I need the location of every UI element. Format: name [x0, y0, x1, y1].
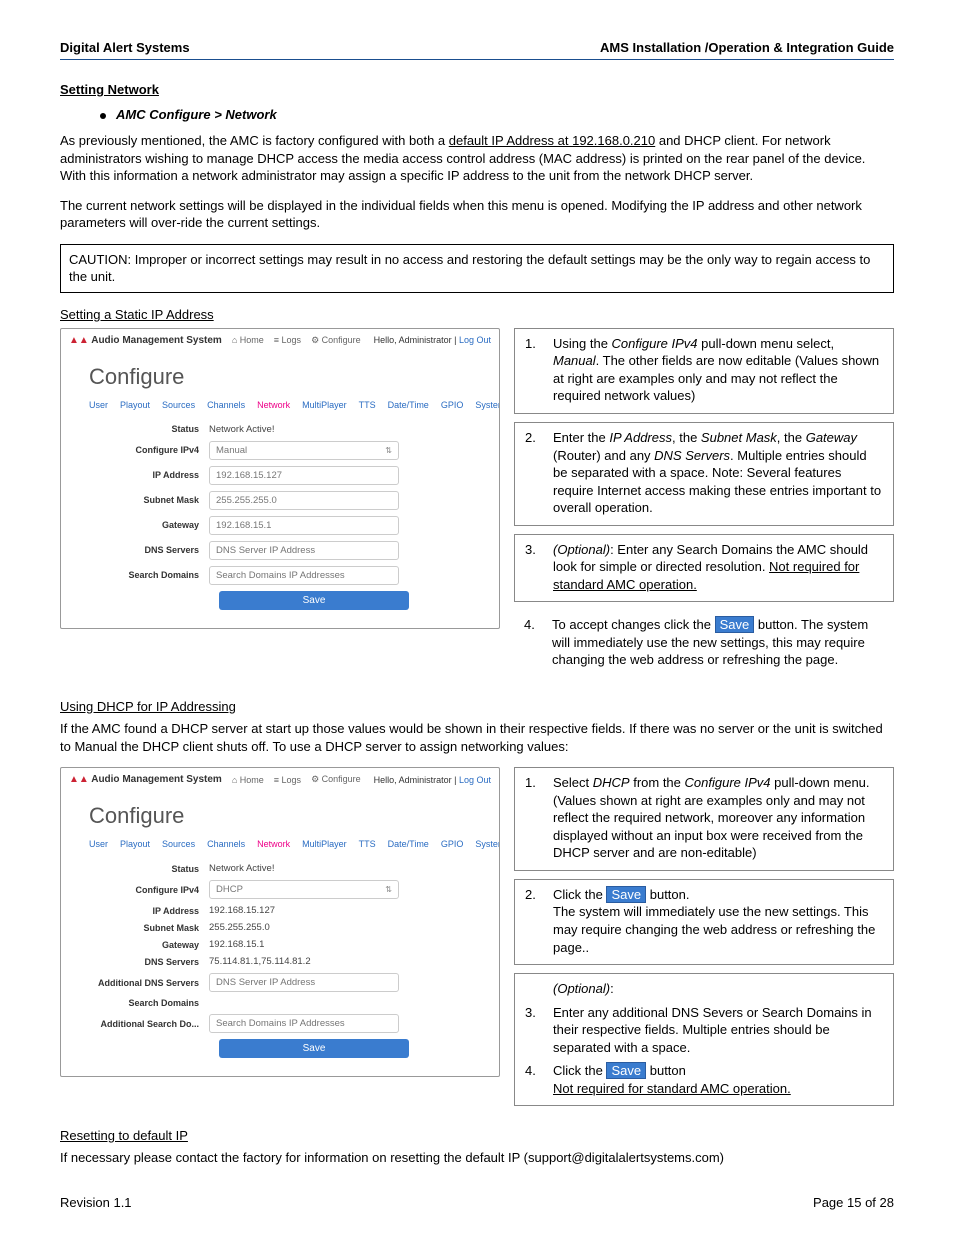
logout-link[interactable]: Log Out [459, 335, 491, 345]
step-4: 4.To accept changes click the Save butto… [514, 610, 894, 677]
header-left: Digital Alert Systems [60, 40, 190, 55]
user-greeting: Hello, Administrator | Log Out [374, 335, 491, 345]
ip-input[interactable] [209, 466, 399, 485]
user-greeting: Hello, Administrator | Log Out [374, 775, 491, 785]
dhcp-para: If the AMC found a DHCP server at start … [60, 720, 894, 755]
save-inline: Save [606, 1062, 646, 1079]
doc-footer: Revision 1.1 Page 15 of 28 [60, 1195, 894, 1210]
ipv4-select[interactable]: DHCP⇅ [209, 880, 399, 899]
logout-link[interactable]: Log Out [459, 775, 491, 785]
screenshot-dhcp: ▲▲ Audio Management System ⌂ Home ≡ Logs… [60, 767, 500, 1077]
chevron-updown-icon: ⇅ [385, 446, 392, 455]
page-number: Page 15 of 28 [813, 1195, 894, 1210]
screenshot-static: ▲▲ Audio Management System ⌂ Home ≡ Logs… [60, 328, 500, 629]
breadcrumb-text: AMC Configure > Network [116, 107, 277, 122]
nav-configure[interactable]: ⚙ Configure [311, 774, 361, 785]
save-button[interactable]: Save [219, 1039, 409, 1058]
additional-search-domains-input[interactable] [209, 1014, 399, 1033]
dhcp-heading: Using DHCP for IP Addressing [60, 699, 894, 714]
ipv4-select[interactable]: Manual⇅ [209, 441, 399, 460]
intro-para-1: As previously mentioned, the AMC is fact… [60, 132, 894, 185]
dhcp-step-1: 1.Select DHCP from the Configure IPv4 pu… [514, 767, 894, 871]
save-button[interactable]: Save [219, 591, 409, 610]
reset-para: If necessary please contact the factory … [60, 1149, 894, 1167]
static-ip-heading: Setting a Static IP Address [60, 307, 894, 322]
save-inline: Save [606, 886, 646, 903]
config-tabs: User Playout Sources Channels Network Mu… [89, 839, 471, 849]
nav-logs[interactable]: ≡ Logs [274, 775, 301, 785]
chevron-updown-icon: ⇅ [385, 885, 392, 894]
step-3: 3.(Optional): Enter any Search Domains t… [514, 534, 894, 603]
reset-heading: Resetting to default IP [60, 1128, 894, 1143]
breadcrumb-bullet: AMC Configure > Network [100, 107, 894, 122]
additional-dns-input[interactable] [209, 973, 399, 992]
nav-logs[interactable]: ≡ Logs [274, 335, 301, 345]
page-title: Configure [89, 364, 471, 390]
step-1: 1.Using the Configure IPv4 pull-down men… [514, 328, 894, 414]
dhcp-step-34: (Optional): 3.Enter any additional DNS S… [514, 973, 894, 1106]
subnet-input[interactable] [209, 491, 399, 510]
intro-para-2: The current network settings will be dis… [60, 197, 894, 232]
section-title: Setting Network [60, 82, 894, 97]
nav-configure[interactable]: ⚙ Configure [311, 335, 361, 346]
save-inline: Save [715, 616, 755, 633]
doc-header: Digital Alert Systems AMS Installation /… [60, 40, 894, 60]
config-tabs: User Playout Sources Channels Network Mu… [89, 400, 471, 410]
caution-box: CAUTION: Improper or incorrect settings … [60, 244, 894, 293]
gateway-input[interactable] [209, 516, 399, 535]
bullet-icon [100, 113, 106, 119]
app-title: ▲▲ Audio Management System [69, 774, 222, 785]
header-right: AMS Installation /Operation & Integratio… [600, 40, 894, 55]
revision: Revision 1.1 [60, 1195, 132, 1210]
step-2: 2.Enter the IP Address, the Subnet Mask,… [514, 422, 894, 526]
page-title: Configure [89, 803, 471, 829]
dns-input[interactable] [209, 541, 399, 560]
dhcp-step-2: 2.Click the Save button.The system will … [514, 879, 894, 965]
search-domains-input[interactable] [209, 566, 399, 585]
nav-home[interactable]: ⌂ Home [232, 775, 264, 785]
nav-home[interactable]: ⌂ Home [232, 335, 264, 345]
app-title: ▲▲ Audio Management System [69, 335, 222, 346]
